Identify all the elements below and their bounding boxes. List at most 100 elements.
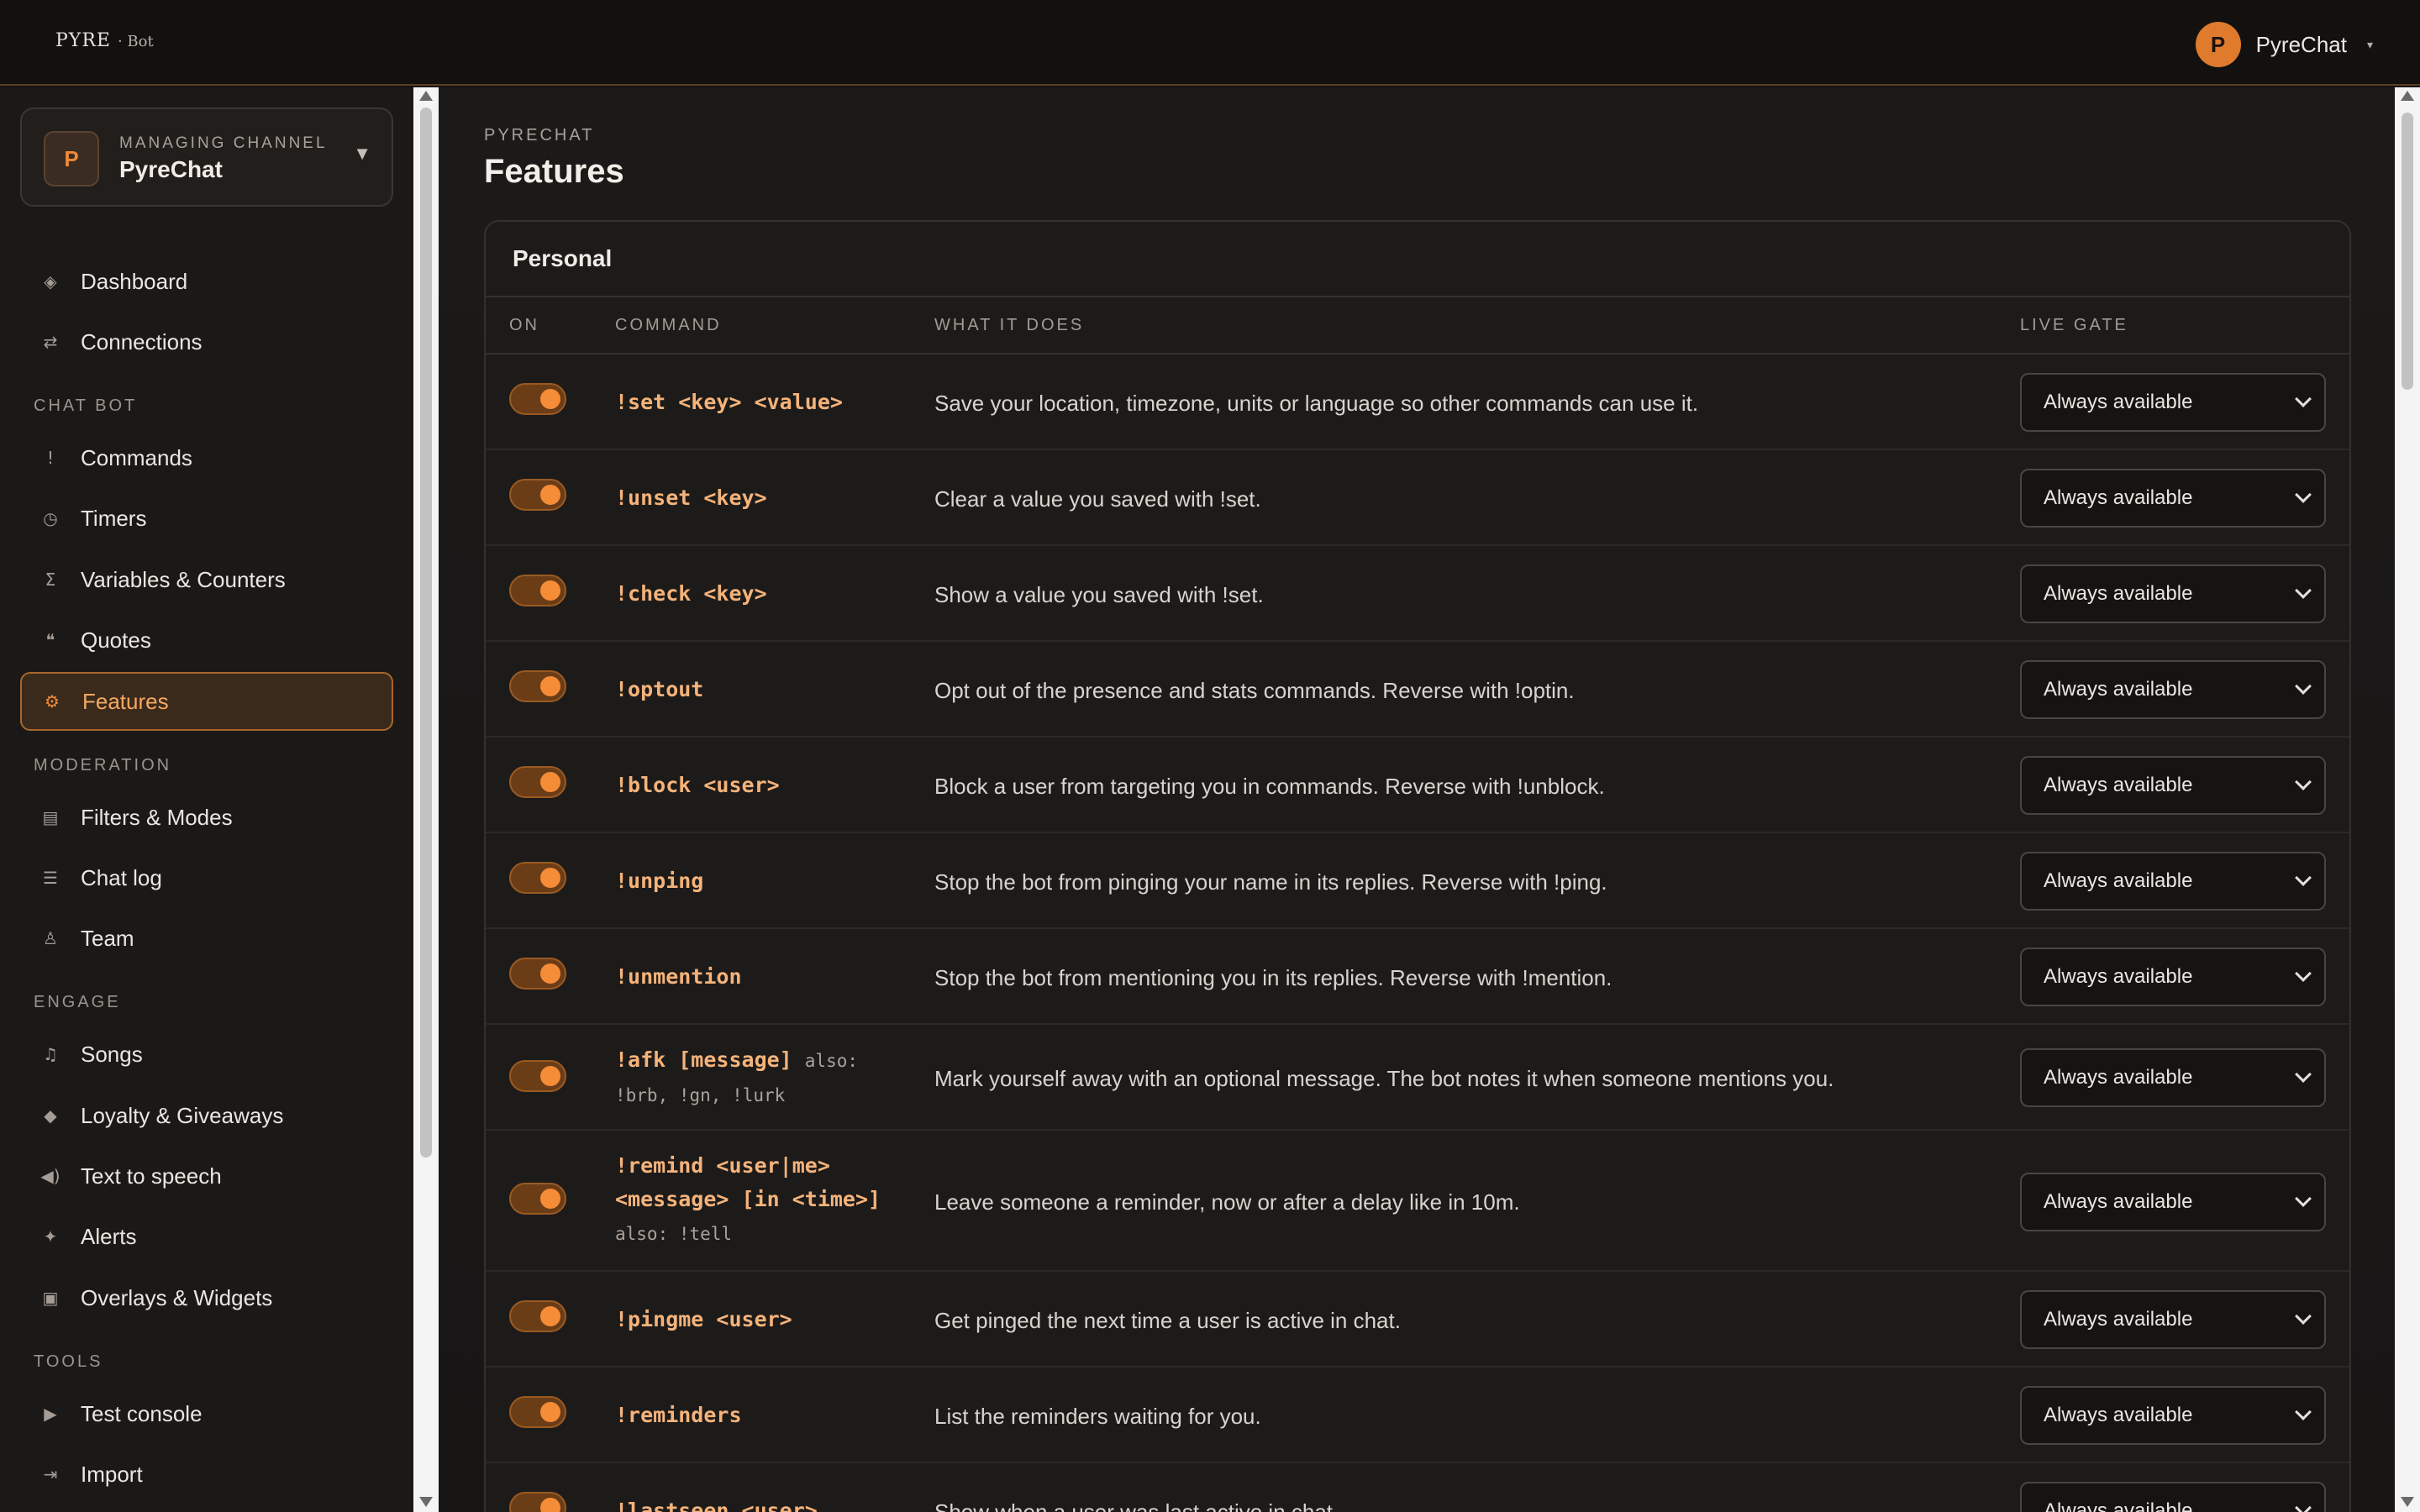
command-description: Opt out of the presence and stats comman… <box>934 678 1575 703</box>
chevron-down-icon <box>2295 678 2312 695</box>
sidebar-scrollbar[interactable] <box>413 87 439 1512</box>
logo-text: PYRE <box>55 30 111 51</box>
top-bar: PYRE · Bot P PyreChat ▾ <box>0 0 2420 86</box>
scrollbar-thumb[interactable] <box>2402 113 2413 390</box>
live-gate-select[interactable]: Always available <box>2020 1482 2326 1512</box>
live-gate-value: Always available <box>2044 1190 2193 1213</box>
toggle-knob <box>540 485 560 505</box>
sidebar-item-import[interactable]: ⇥ Import <box>20 1445 393 1504</box>
live-gate-select[interactable]: Always available <box>2020 1386 2326 1445</box>
feature-toggle[interactable] <box>509 862 566 894</box>
feature-toggle[interactable] <box>509 958 566 990</box>
feature-toggle[interactable] <box>509 1060 566 1092</box>
scrollbar-thumb[interactable] <box>420 108 432 1158</box>
feature-toggle[interactable] <box>509 670 566 702</box>
chevron-down-icon <box>2295 965 2312 982</box>
feature-toggle[interactable] <box>509 575 566 606</box>
import-icon: ⇥ <box>43 1464 58 1484</box>
live-gate-select[interactable]: Always available <box>2020 469 2326 528</box>
sidebar-item-loyalty-giveaways[interactable]: ◆ Loyalty & Giveaways <box>20 1086 393 1145</box>
live-gate-select[interactable]: Always available <box>2020 1173 2326 1231</box>
sidebar-item-filters-modes[interactable]: ▤ Filters & Modes <box>20 788 393 847</box>
sidebar-item-overlays-widgets[interactable]: ▣ Overlays & Widgets <box>20 1268 393 1327</box>
toggle-knob <box>540 1306 560 1326</box>
command-name: !block <user> <box>615 773 780 797</box>
channel-selector[interactable]: P MANAGING CHANNEL PyreChat ▼ <box>20 108 393 207</box>
table-row: !unping Stop the bot from pinging your n… <box>486 833 2349 929</box>
command-name: !unmention <box>615 964 742 989</box>
toggle-knob <box>540 1189 560 1209</box>
play-icon: ▶ <box>44 1404 57 1424</box>
sidebar-item-label: Chat log <box>81 864 162 890</box>
scroll-up-icon[interactable] <box>419 91 433 101</box>
live-gate-select[interactable]: Always available <box>2020 852 2326 911</box>
toggle-knob <box>540 1498 560 1512</box>
table-row: !set <key> <value> Save your location, t… <box>486 354 2349 450</box>
chevron-down-icon <box>2295 1066 2312 1083</box>
command-description: Clear a value you saved with !set. <box>934 486 1261 512</box>
live-gate-value: Always available <box>2044 869 2193 892</box>
feature-toggle[interactable] <box>509 1183 566 1215</box>
features-panel: Personal ON COMMAND WHAT IT DOES LIVE GA… <box>484 220 2351 1512</box>
live-gate-select[interactable]: Always available <box>2020 1290 2326 1349</box>
chevron-down-icon <box>2295 1404 2312 1420</box>
live-gate-select[interactable]: Always available <box>2020 756 2326 815</box>
alias-label: also: <box>804 1051 858 1071</box>
sidebar-item-variables-counters[interactable]: Σ Variables & Counters <box>20 550 393 609</box>
sidebar-item-commands[interactable]: ! Commands <box>20 428 393 487</box>
list-icon: ☰ <box>43 868 58 888</box>
sidebar-item-label: Quotes <box>81 627 151 653</box>
scroll-down-icon[interactable] <box>419 1497 433 1507</box>
table-row: !pingme <user> Get pinged the next time … <box>486 1272 2349 1368</box>
feature-toggle[interactable] <box>509 383 566 415</box>
table-row: !reminders List the reminders waiting fo… <box>486 1368 2349 1463</box>
sidebar-item-quotes[interactable]: ❝ Quotes <box>20 611 393 669</box>
toggle-knob <box>540 868 560 888</box>
sidebar-item-connections[interactable]: ⇄ Connections <box>20 312 393 371</box>
command-name: !remind <user|me> <message> [in <time>] … <box>615 1149 881 1251</box>
sidebar-item-text-to-speech[interactable]: ◀) Text to speech <box>20 1147 393 1205</box>
music-note-icon: ♫ <box>43 1044 58 1064</box>
feature-toggle[interactable] <box>509 1492 566 1512</box>
user-menu[interactable]: P PyreChat ▾ <box>2195 22 2373 67</box>
feature-toggle[interactable] <box>509 766 566 798</box>
sidebar-item-features[interactable]: ⚙ Features <box>20 672 393 731</box>
user-name: PyreChat <box>2255 31 2347 57</box>
live-gate-select[interactable]: Always available <box>2020 564 2326 623</box>
feature-toggle[interactable] <box>509 1396 566 1428</box>
command-name: !optout <box>615 677 704 701</box>
sidebar-item-alerts[interactable]: ✦ Alerts <box>20 1207 393 1266</box>
command-description: Leave someone a reminder, now or after a… <box>934 1189 1520 1215</box>
live-gate-select[interactable]: Always available <box>2020 373 2326 432</box>
command-description: Mark yourself away with an optional mess… <box>934 1066 1834 1091</box>
toggle-knob <box>540 676 560 696</box>
live-gate-select[interactable]: Always available <box>2020 660 2326 719</box>
command-description: Show a value you saved with !set. <box>934 582 1264 607</box>
sidebar-item-label: Songs <box>81 1041 143 1067</box>
live-gate-value: Always available <box>2044 582 2193 605</box>
feature-toggle[interactable] <box>509 479 566 511</box>
sidebar-item-team[interactable]: ♙ Team <box>20 909 393 968</box>
clock-icon: ◷ <box>43 508 58 528</box>
sidebar-item-label: Timers <box>81 505 147 531</box>
chevron-down-icon <box>2295 869 2312 886</box>
sigma-icon: Σ <box>45 570 56 590</box>
main-scrollbar[interactable] <box>2395 87 2420 1512</box>
command-description: Get pinged the next time a user is activ… <box>934 1308 1401 1333</box>
app-logo[interactable]: PYRE · Bot <box>55 30 154 51</box>
sidebar-item-timers[interactable]: ◷ Timers <box>20 489 393 548</box>
live-gate-select[interactable]: Always available <box>2020 1048 2326 1107</box>
widget-icon: ▣ <box>42 1288 59 1308</box>
sidebar-item-chat-log[interactable]: ☰ Chat log <box>20 848 393 907</box>
scroll-up-icon[interactable] <box>2401 91 2414 101</box>
sidebar-item-label: Team <box>81 925 134 951</box>
sidebar-item-label: Variables & Counters <box>81 566 286 592</box>
live-gate-value: Always available <box>2044 1066 2193 1089</box>
sidebar-item-dashboard[interactable]: ◈ Dashboard <box>20 252 393 311</box>
feature-toggle[interactable] <box>509 1300 566 1332</box>
sidebar-item-songs[interactable]: ♫ Songs <box>20 1025 393 1084</box>
sidebar-item-test-console[interactable]: ▶ Test console <box>20 1384 393 1443</box>
scroll-down-icon[interactable] <box>2401 1497 2414 1507</box>
sidebar: P MANAGING CHANNEL PyreChat ▼ ◈ Dashboar… <box>0 87 413 1512</box>
live-gate-select[interactable]: Always available <box>2020 948 2326 1006</box>
